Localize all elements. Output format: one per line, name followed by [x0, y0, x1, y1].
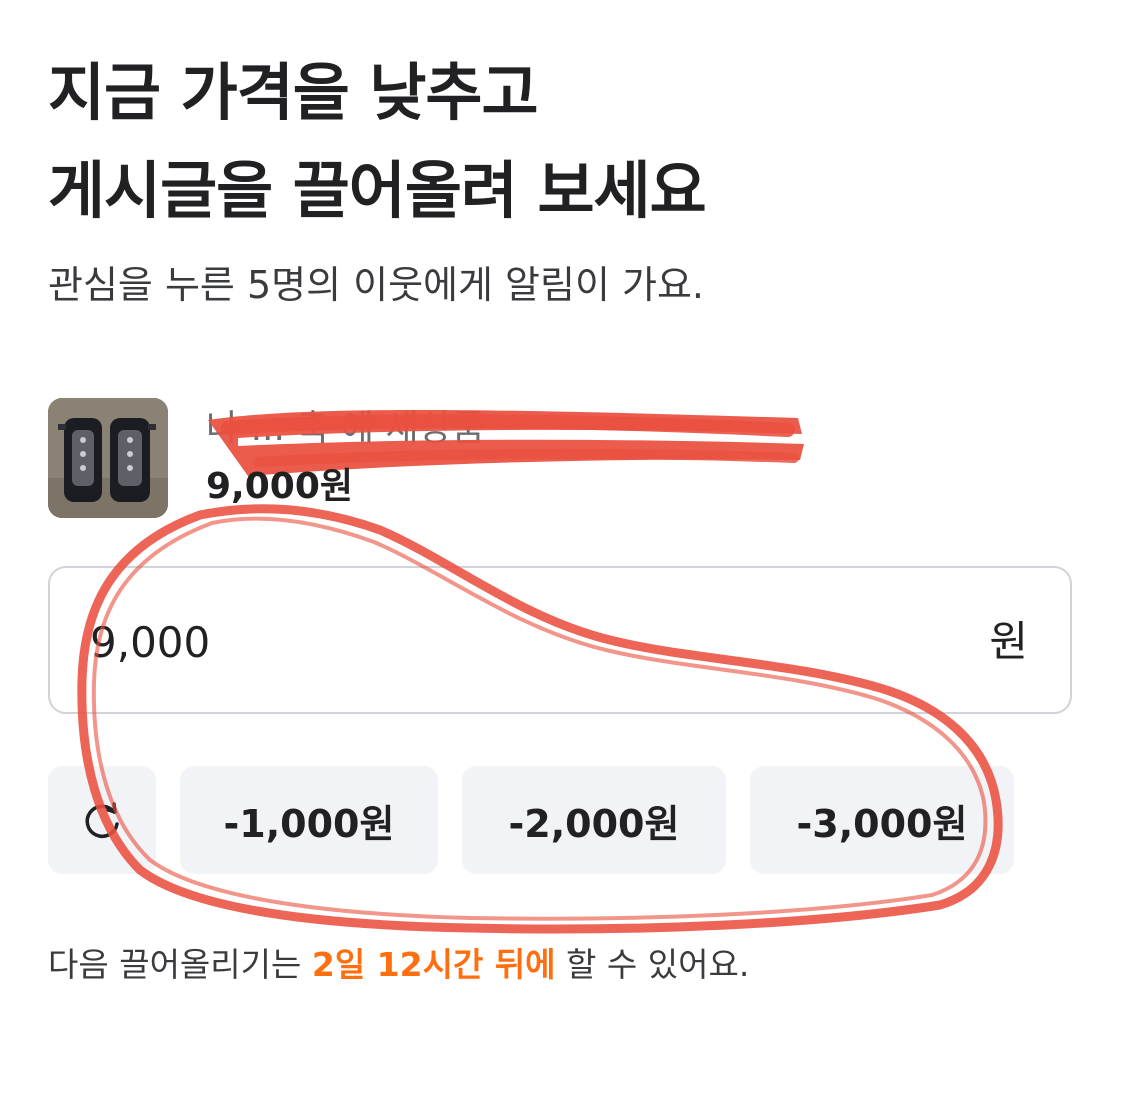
next-bump-note: 다음 끌어올리기는 2일 12시간 뒤에 할 수 있어요. [48, 940, 749, 990]
note-highlight: 2일 12시간 뒤에 [311, 945, 556, 984]
page-subtitle: 관심을 누른 5명의 이웃에게 알림이 가요. [48, 263, 705, 307]
minus-2000-button[interactable]: -2,000원 [462, 766, 726, 874]
page-title-line-1: 지금 가격을 낮추고 [48, 56, 538, 129]
price-input[interactable] [90, 612, 790, 672]
price-unit: 원 [989, 617, 1028, 666]
note-text-after: 할 수 있어요. [555, 945, 750, 984]
minus-3000-button[interactable]: -3,000원 [750, 766, 1014, 874]
product-thumbnail [48, 398, 168, 518]
product-summary: 나 ... 축 에 새상품 9,000원 [48, 398, 1078, 520]
note-text-before: 다음 끌어올리기는 [48, 945, 312, 984]
reset-price-button[interactable] [48, 766, 156, 874]
reset-icon [85, 802, 119, 839]
product-price: 9,000원 [206, 466, 353, 507]
page-title-line-2: 게시글을 끌어올려 보세요 [48, 154, 707, 227]
shin-guards-photo [48, 398, 168, 518]
minus-1000-button[interactable]: -1,000원 [180, 766, 438, 874]
page-title: 지금 가격을 낮추고 게시글을 끌어올려 보세요 [48, 44, 707, 240]
price-field[interactable]: 원 [48, 566, 1072, 714]
